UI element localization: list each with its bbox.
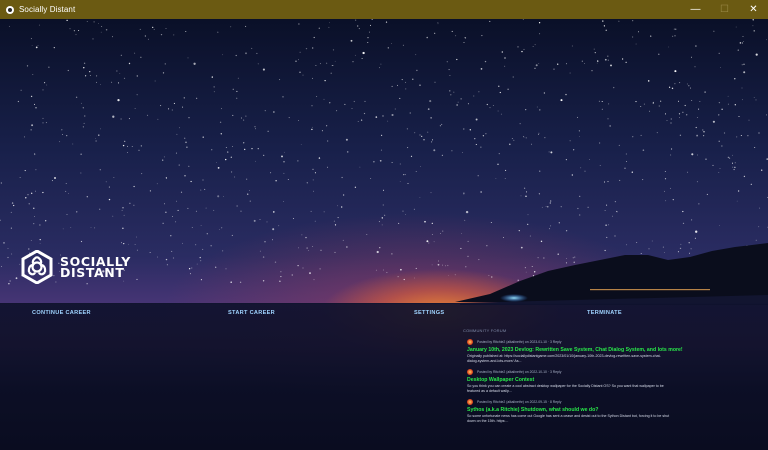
post-title-link[interactable]: Desktop Wallpaper Contest [467,377,731,383]
post-meta: Posted by Ritchie2 (alkalinethr) on 2023… [467,339,731,345]
forum-post[interactable]: Posted by Ritchie2 (alkalinethr) on 2022… [463,369,731,394]
forum-post[interactable]: Posted by Ritchie2 (alkalinethr) on 2022… [463,399,731,424]
logo-wordmark: SOCIALLY DISTANT [60,255,131,280]
author-avatar-icon [467,369,473,375]
terminate-button[interactable]: TERMINATE [587,310,622,316]
settings-button[interactable]: SETTINGS [414,310,444,316]
post-title-link[interactable]: Sythos (a.k.a Ritchie) Shutdown, what sh… [467,407,731,413]
post-excerpt-line: down on the 15th. https:... [467,419,509,423]
post-title-link[interactable]: January 10th, 2023 Devlog: Rewritten Sav… [467,347,731,353]
author-avatar-icon [467,399,473,405]
author-avatar-icon [467,339,473,345]
post-meta-text: Posted by Ritchie2 (alkalinethr) on 2023… [477,340,562,344]
post-meta: Posted by Ritchie2 (alkalinethr) on 2022… [467,399,731,405]
logo-line-2: DISTANT [60,265,125,280]
biohazard-hex-logo-icon [21,250,53,284]
window-controls: — ☐ ✕ [681,0,768,19]
start-career-button[interactable]: START CAREER [228,310,275,316]
post-excerpt: So some unfortunate news has come out Go… [467,414,731,424]
game-logo: SOCIALLY DISTANT [20,250,131,284]
post-meta-text: Posted by Ritchie2 (alkalinethr) on 2022… [477,400,562,404]
post-excerpt-line: featured as a default wallp... [467,389,512,393]
post-meta: Posted by Ritchie2 (alkalinethr) on 2022… [467,369,731,375]
app-icon [6,5,14,14]
title-bar[interactable]: Socially Distant — ☐ ✕ [0,0,768,19]
window-title: Socially Distant [19,5,76,14]
continue-career-button[interactable]: CONTINUE CAREER [32,310,91,316]
post-excerpt-line: dialog-system-and-lots-more/ As... [467,359,522,363]
forum-post[interactable]: Posted by Ritchie2 (alkalinethr) on 2023… [463,339,731,364]
post-excerpt: So you think you can create a cool abstr… [467,384,731,394]
post-excerpt: Originally published at: https://sociall… [467,354,731,364]
app-window: Socially Distant — ☐ ✕ SOCIALLY DISTANT … [0,0,768,450]
maximize-button[interactable]: ☐ [710,0,739,19]
post-meta-text: Posted by Ritchie2 (alkalinethr) on 2022… [477,370,562,374]
forum-heading: COMMUNITY FORUM [463,328,507,333]
minimize-button[interactable]: — [681,0,710,19]
close-button[interactable]: ✕ [739,0,768,19]
community-forum: COMMUNITY FORUM Posted by Ritchie2 (alka… [463,328,731,429]
